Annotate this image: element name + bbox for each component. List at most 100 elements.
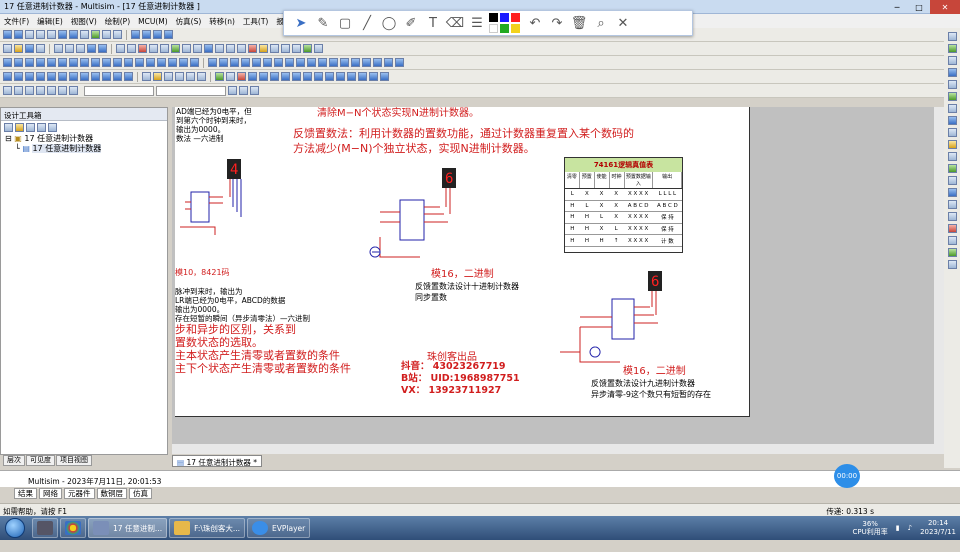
circuit-mod10[interactable]: 4 <box>175 157 285 252</box>
toolbar-icon[interactable] <box>281 44 290 53</box>
toolbar-icon[interactable] <box>36 58 45 67</box>
line-icon[interactable]: ╱ <box>356 12 378 34</box>
menu-simulate[interactable]: 仿真(S) <box>172 16 206 27</box>
instrument-icon[interactable] <box>947 44 957 53</box>
toolbar-icon[interactable] <box>314 72 323 81</box>
toolbar-icon[interactable] <box>36 30 45 39</box>
toolbar-icon[interactable] <box>14 58 23 67</box>
instrument-icon[interactable] <box>947 248 957 257</box>
trash-icon[interactable]: 🗑 <box>568 12 590 34</box>
toolbar-icon[interactable] <box>149 44 158 53</box>
toolbar-icon[interactable] <box>197 72 206 81</box>
toolbar-icon[interactable] <box>113 58 122 67</box>
toolbar-icon[interactable] <box>179 58 188 67</box>
tab-copper-layers[interactable]: 敷铜层 <box>96 488 127 499</box>
toolbar-icon[interactable] <box>102 30 111 39</box>
toolbar-icon[interactable] <box>351 58 360 67</box>
toolbar-icon[interactable] <box>36 72 45 81</box>
toolbar-icon[interactable] <box>131 30 140 39</box>
instrument-icon[interactable] <box>947 32 957 41</box>
undo-icon[interactable]: ↶ <box>524 12 546 34</box>
line-width-icon[interactable]: ☰ <box>466 12 488 34</box>
taskbar-pinned[interactable] <box>60 518 86 538</box>
toolbar-icon[interactable] <box>47 58 56 67</box>
instrument-icon[interactable] <box>947 116 957 125</box>
stop-icon[interactable] <box>237 72 246 81</box>
tab-visibility[interactable]: 可见度 <box>26 455 55 466</box>
toolbar-icon[interactable] <box>80 30 89 39</box>
toolbar-icon[interactable] <box>47 86 56 95</box>
toolbar-icon[interactable] <box>14 86 23 95</box>
tab-project-view[interactable]: 项目视图 <box>56 455 92 466</box>
toolbar-icon[interactable] <box>219 58 228 67</box>
toolbar-icon[interactable] <box>138 44 147 53</box>
toolbar-icon[interactable] <box>48 123 57 132</box>
toolbar-icon[interactable] <box>362 58 371 67</box>
toolbar-icon[interactable] <box>124 58 133 67</box>
folder-icon[interactable] <box>15 123 24 132</box>
toolbar-icon[interactable] <box>292 72 301 81</box>
instrument-icon[interactable] <box>947 92 957 101</box>
toolbar-icon[interactable] <box>102 58 111 67</box>
tree-item-child[interactable]: └ ▤ 17 任意进制计数器 <box>5 144 167 154</box>
size-dropdown[interactable] <box>156 85 226 96</box>
toolbar-icon[interactable] <box>303 44 312 53</box>
taskbar-pinned[interactable] <box>32 518 58 538</box>
toolbar-icon[interactable] <box>190 58 199 67</box>
toolbar-icon[interactable] <box>248 72 257 81</box>
pause-icon[interactable] <box>226 72 235 81</box>
menu-transfer[interactable]: 转移(n) <box>205 16 239 27</box>
toolbar-icon[interactable] <box>124 72 133 81</box>
toolbar-icon[interactable] <box>153 72 162 81</box>
toolbar-icon[interactable] <box>347 72 356 81</box>
toolbar-icon[interactable] <box>113 72 122 81</box>
tab-components[interactable]: 元器件 <box>64 488 95 499</box>
taskbar-multisim[interactable]: 17 任意进制... <box>88 518 168 538</box>
paste-icon[interactable] <box>76 44 85 53</box>
vertical-scrollbar[interactable] <box>934 107 944 454</box>
toolbar-icon[interactable] <box>237 44 246 53</box>
tab-hierarchy[interactable]: 层次 <box>3 455 25 466</box>
toolbar-icon[interactable] <box>281 72 290 81</box>
toolbar-icon[interactable] <box>252 58 261 67</box>
toolbar-icon[interactable] <box>241 58 250 67</box>
toolbar-icon[interactable] <box>259 72 268 81</box>
redo-icon[interactable]: ↷ <box>546 12 568 34</box>
toolbar-icon[interactable] <box>3 58 12 67</box>
toolbar-icon[interactable] <box>329 58 338 67</box>
instrument-icon[interactable] <box>947 236 957 245</box>
instrument-icon[interactable] <box>947 152 957 161</box>
instrument-icon[interactable] <box>947 200 957 209</box>
zoom-icon[interactable]: ⌕ <box>590 12 612 34</box>
cut-icon[interactable] <box>54 44 63 53</box>
color-yellow-swatch[interactable] <box>511 24 520 33</box>
instrument-icon[interactable] <box>947 68 957 77</box>
close-icon[interactable]: ✕ <box>612 12 634 34</box>
toolbar-icon[interactable] <box>25 86 34 95</box>
color-white-swatch[interactable] <box>489 24 498 33</box>
open-icon[interactable] <box>14 44 23 53</box>
toolbar-icon[interactable] <box>113 30 122 39</box>
toolbar-icon[interactable] <box>91 30 100 39</box>
instrument-icon[interactable] <box>947 56 957 65</box>
run-icon[interactable] <box>215 72 224 81</box>
toolbar-icon[interactable] <box>157 58 166 67</box>
toolbar-icon[interactable] <box>239 86 248 95</box>
toolbar-icon[interactable] <box>384 58 393 67</box>
toolbar-icon[interactable] <box>314 44 323 53</box>
clock[interactable]: 20:14 2023/7/11 <box>920 519 956 537</box>
toolbar-icon[interactable] <box>47 72 56 81</box>
toolbar-icon[interactable] <box>36 86 45 95</box>
toolbar-icon[interactable] <box>250 86 259 95</box>
toolbar-icon[interactable] <box>14 72 23 81</box>
undo-icon[interactable] <box>87 44 96 53</box>
instrument-icon[interactable] <box>947 104 957 113</box>
new-icon[interactable] <box>4 123 13 132</box>
font-dropdown[interactable] <box>84 85 154 96</box>
color-blue-swatch[interactable] <box>500 13 509 22</box>
toolbar-icon[interactable] <box>373 58 382 67</box>
toolbar-icon[interactable] <box>142 72 151 81</box>
schematic-sheet[interactable]: AD端已经为0电平，但 到第六个时钟到来时， 输出为0000。 数法 —六进制 … <box>175 107 750 417</box>
menu-tools[interactable]: 工具(T) <box>239 16 272 27</box>
toolbar-icon[interactable] <box>25 72 34 81</box>
